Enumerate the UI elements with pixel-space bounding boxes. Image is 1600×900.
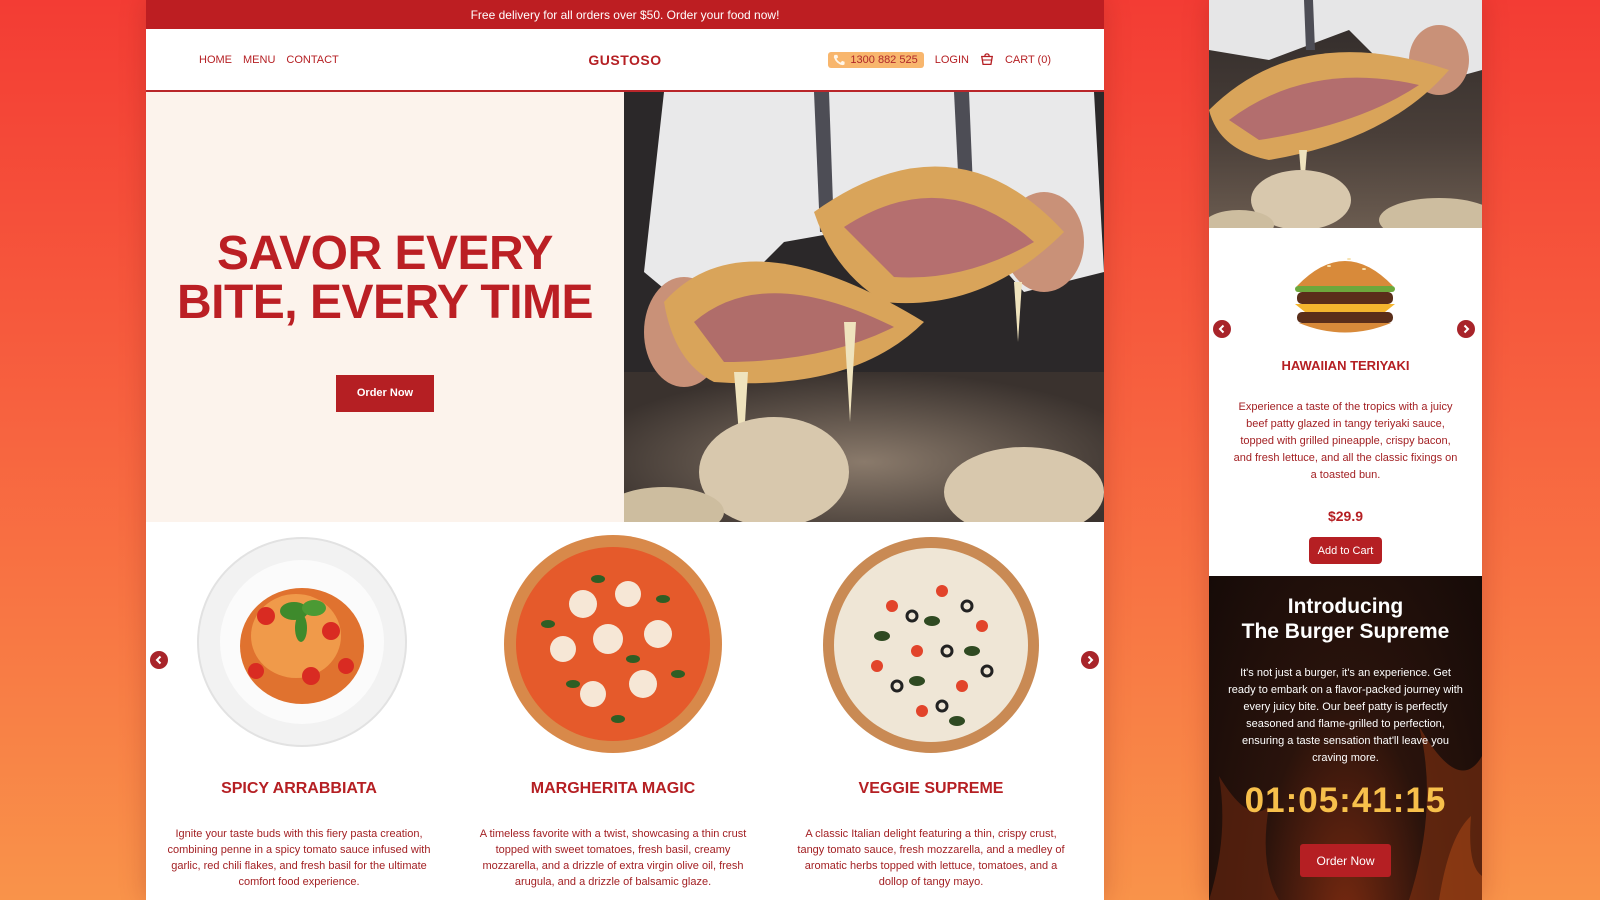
chevron-left-icon [1218, 324, 1225, 334]
mobile-mockup: HAWAIIAN TERIYAKI Experience a taste of … [1209, 0, 1482, 900]
chevron-right-icon [1087, 655, 1094, 665]
promo-title-line1: Introducing [1287, 595, 1404, 618]
chevron-right-icon [1463, 324, 1470, 334]
product-description: A timeless favorite with a twist, showca… [479, 828, 747, 888]
hero-text-panel: SAVOR EVERY BITE, EVERY TIME Order Now [146, 92, 624, 522]
desktop-mockup: Free delivery for all orders over $50. O… [146, 0, 1104, 900]
hero-title: SAVOR EVERY BITE, EVERY TIME [176, 226, 594, 329]
mobile-hero-image [1209, 0, 1482, 228]
add-to-cart-button[interactable]: Add to Cart [1309, 537, 1382, 564]
burger-image [1295, 258, 1395, 333]
nav-menu-link[interactable]: MENU [243, 54, 275, 66]
nav-right: 1300 882 525 LOGIN CART (0) [828, 51, 1051, 68]
hero-order-now-button[interactable]: Order Now [336, 374, 434, 412]
pasta-dish-image [197, 537, 407, 747]
mobile-prev-button[interactable] [1213, 320, 1231, 338]
product-description: A classic Italian delight featuring a th… [797, 828, 1065, 888]
phone-icon [834, 54, 845, 65]
promo-text: Free delivery for all orders over $50. O… [470, 7, 780, 22]
login-link[interactable]: LOGIN [935, 54, 969, 66]
mobile-next-button[interactable] [1457, 320, 1475, 338]
hero-title-line2: BITE, EVERY TIME [176, 275, 594, 329]
chevron-left-icon [155, 655, 162, 665]
mobile-promo-section: Introducing The Burger Supreme It's not … [1209, 576, 1482, 900]
veggie-pizza-image [823, 537, 1039, 753]
nav-home-link[interactable]: HOME [199, 54, 232, 66]
nav-contact-link[interactable]: CONTACT [286, 54, 338, 66]
promo-order-now-button[interactable]: Order Now [1300, 844, 1391, 877]
product-name: SPICY ARRABBIATA [221, 780, 377, 797]
promo-description: It's not just a burger, it's an experien… [1228, 667, 1463, 764]
countdown-timer: 01:05:41:15 [1244, 781, 1447, 820]
navbar: HOME MENU CONTACT GUSTOSO 1300 882 525 L… [146, 29, 1104, 92]
brand-logo[interactable]: GUSTOSO [588, 52, 661, 68]
promo-bar: Free delivery for all orders over $50. O… [146, 0, 1104, 29]
mobile-product-price: $29.9 [1327, 508, 1364, 524]
mobile-hero-illustration [1209, 0, 1482, 228]
promo-title-line2: The Burger Supreme [1241, 620, 1450, 643]
hero-section: SAVOR EVERY BITE, EVERY TIME Order Now [146, 92, 1104, 522]
margherita-pizza-image [504, 535, 722, 753]
cart-link[interactable]: CART (0) [1005, 54, 1051, 66]
carousel-prev-button[interactable] [150, 651, 168, 669]
product-carousel: SPICY ARRABBIATA Ignite your taste buds … [146, 522, 1104, 898]
mobile-product-name: HAWAIIAN TERIYAKI [1281, 358, 1410, 373]
hero-image-illustration [624, 92, 1104, 522]
carousel-next-button[interactable] [1081, 651, 1099, 669]
mobile-product-description: Experience a taste of the tropics with a… [1233, 401, 1458, 481]
nav-links: HOME MENU CONTACT [199, 54, 339, 66]
phone-button[interactable]: 1300 882 525 [828, 51, 924, 68]
product-name: VEGGIE SUPREME [858, 780, 1004, 797]
phone-number: 1300 882 525 [850, 53, 918, 66]
promo-title: Introducing The Burger Supreme [1209, 594, 1482, 644]
hero-title-line1: SAVOR EVERY [217, 226, 553, 280]
product-description: Ignite your taste buds with this fiery p… [167, 828, 431, 888]
hero-pizza-image [624, 92, 1104, 522]
mobile-product-card[interactable]: HAWAIIAN TERIYAKI Experience a taste of … [1209, 228, 1482, 576]
product-name: MARGHERITA MAGIC [530, 780, 696, 797]
cart-icon[interactable] [980, 52, 994, 67]
